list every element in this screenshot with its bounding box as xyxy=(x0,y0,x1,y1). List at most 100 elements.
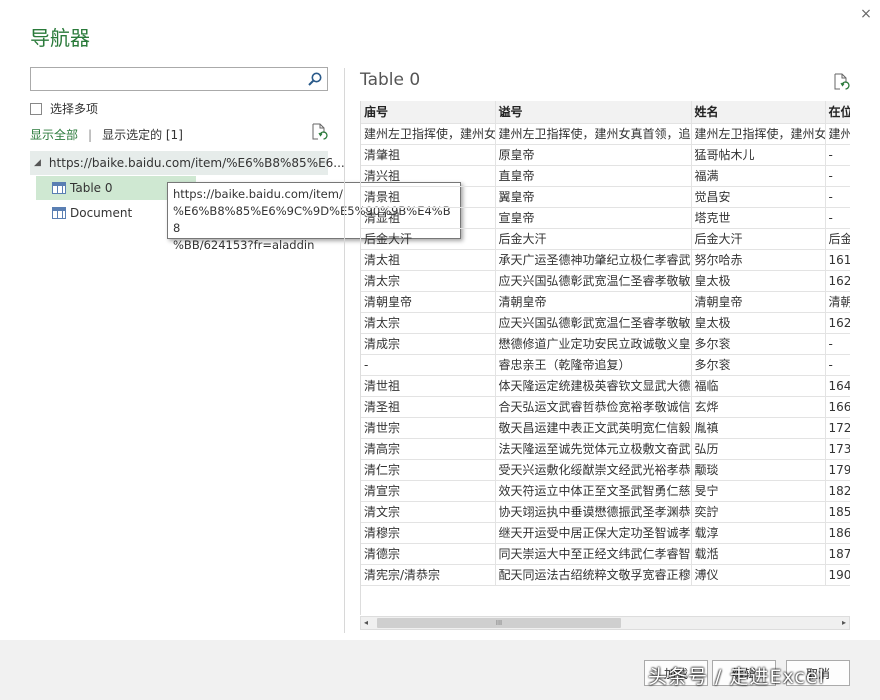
table-cell[interactable]: 玄烨 xyxy=(691,396,826,418)
table-cell[interactable]: 法天隆运至诚先觉体元立极敷文奋武 xyxy=(495,438,692,460)
select-multiple-checkbox[interactable] xyxy=(30,102,42,115)
close-icon[interactable]: × xyxy=(856,4,876,24)
table-cell[interactable]: 皇太极 xyxy=(691,270,826,292)
table-cell[interactable]: 建州左卫指挥使，建州女 xyxy=(361,123,496,145)
table-cell[interactable]: - xyxy=(825,354,850,376)
column-header[interactable]: 姓名 xyxy=(691,101,826,124)
table-cell[interactable]: 后金 xyxy=(825,228,850,250)
table-cell[interactable]: 清文宗 xyxy=(361,501,496,523)
show-all-link[interactable]: 显示全部 xyxy=(30,126,78,143)
table-cell[interactable]: 配天同运法古绍统粹文敬孚宽睿正穆 xyxy=(495,564,692,586)
column-header[interactable]: 在位 xyxy=(825,101,850,124)
refresh-icon[interactable] xyxy=(310,123,328,141)
table-cell[interactable]: - xyxy=(825,165,850,187)
horizontal-scrollbar[interactable]: ◂ III ▸ xyxy=(360,616,850,630)
table-cell[interactable]: 后金大汗 xyxy=(691,228,826,250)
table-cell[interactable]: 效天符运立中体正至文圣武智勇仁慈 xyxy=(495,480,692,502)
table-cell[interactable]: 清朝皇帝 xyxy=(495,291,692,313)
table-cell[interactable]: 清朝皇帝 xyxy=(361,291,496,313)
table-cell[interactable]: 清朝 xyxy=(825,291,850,313)
table-cell[interactable]: 1644 xyxy=(825,375,850,397)
table-cell[interactable]: 1850 xyxy=(825,501,850,523)
table-cell[interactable]: 清太祖 xyxy=(361,249,496,271)
collapse-triangle-icon[interactable]: ◢ xyxy=(34,158,41,168)
table-cell[interactable]: 皇太极 xyxy=(691,312,826,334)
table-cell[interactable]: 清世宗 xyxy=(361,417,496,439)
table-cell[interactable]: - xyxy=(825,207,850,229)
table-cell[interactable]: 建州左卫指挥使，建州女真首领，追 xyxy=(495,123,692,145)
column-header[interactable]: 庙号 xyxy=(361,101,496,124)
table-cell[interactable]: 努尔哈赤 xyxy=(691,249,826,271)
table-cell[interactable]: 清圣祖 xyxy=(361,396,496,418)
table-cell[interactable]: 原皇帝 xyxy=(495,144,692,166)
table-cell[interactable]: 清太宗 xyxy=(361,312,496,334)
scrollbar-thumb[interactable]: III xyxy=(377,618,621,628)
table-cell[interactable]: 同天崇运大中至正经文纬武仁孝睿智 xyxy=(495,543,692,565)
table-cell[interactable]: 清宪宗/清恭宗 xyxy=(361,564,496,586)
table-cell[interactable]: 直皇帝 xyxy=(495,165,692,187)
table-cell[interactable]: 颙琰 xyxy=(691,459,826,481)
table-cell[interactable]: 应天兴国弘德彰武宽温仁圣睿孝敬敏 xyxy=(495,270,692,292)
preview-grid[interactable]: 庙号 谥号 姓名 在位 建州左卫指挥使，建州女建州左卫指挥使，建州女真首领，追建… xyxy=(360,101,850,615)
search-input[interactable] xyxy=(31,68,301,90)
table-cell[interactable]: 1736 xyxy=(825,438,850,460)
table-cell[interactable]: 多尔衮 xyxy=(691,333,826,355)
search-field[interactable] xyxy=(30,67,328,91)
table-cell[interactable]: 1661 xyxy=(825,396,850,418)
scroll-right-arrow-icon[interactable]: ▸ xyxy=(842,617,846,629)
table-cell[interactable]: 1796 xyxy=(825,459,850,481)
table-cell[interactable]: 清德宗 xyxy=(361,543,496,565)
search-icon[interactable] xyxy=(307,71,323,87)
tree-item-document[interactable]: Document xyxy=(36,201,132,225)
table-cell[interactable]: 1861 xyxy=(825,522,850,544)
table-cell[interactable]: 1616 xyxy=(825,249,850,271)
table-cell[interactable]: 后金大汗 xyxy=(495,228,692,250)
table-cell[interactable]: 受天兴运敷化绥猷崇文经武光裕孝恭 xyxy=(495,459,692,481)
table-cell[interactable]: 弘历 xyxy=(691,438,826,460)
table-cell[interactable]: 1626 xyxy=(825,270,850,292)
column-header[interactable]: 谥号 xyxy=(495,101,692,124)
table-cell[interactable]: - xyxy=(825,144,850,166)
table-cell[interactable]: 福满 xyxy=(691,165,826,187)
table-cell[interactable]: 继天开运受中居正保大定功圣智诚孝 xyxy=(495,522,692,544)
table-cell[interactable]: 承天广运圣德神功肇纪立极仁孝睿武 xyxy=(495,249,692,271)
table-cell[interactable]: 清肇祖 xyxy=(361,144,496,166)
table-cell[interactable]: 载湉 xyxy=(691,543,826,565)
table-cell[interactable]: - xyxy=(825,186,850,208)
table-cell[interactable]: 旻宁 xyxy=(691,480,826,502)
table-cell[interactable]: 后金大汗 xyxy=(361,228,496,250)
table-cell[interactable]: 建州左卫指挥使，建州女 xyxy=(691,123,826,145)
table-cell[interactable]: 清朝皇帝 xyxy=(691,291,826,313)
table-cell[interactable]: 1626 xyxy=(825,312,850,334)
table-cell[interactable]: 1909 xyxy=(825,564,850,586)
table-cell[interactable]: 溥仪 xyxy=(691,564,826,586)
table-cell[interactable]: 胤禛 xyxy=(691,417,826,439)
table-cell[interactable]: 奕詝 xyxy=(691,501,826,523)
table-cell[interactable]: 塔克世 xyxy=(691,207,826,229)
scroll-left-arrow-icon[interactable]: ◂ xyxy=(364,617,368,629)
table-cell[interactable]: 1820 xyxy=(825,480,850,502)
table-cell[interactable]: 清景祖 xyxy=(361,186,496,208)
table-cell[interactable]: 清世祖 xyxy=(361,375,496,397)
table-cell[interactable]: 合天弘运文武睿哲恭俭宽裕孝敬诚信 xyxy=(495,396,692,418)
table-cell[interactable]: 清高宗 xyxy=(361,438,496,460)
table-cell[interactable]: 宣皇帝 xyxy=(495,207,692,229)
table-cell[interactable]: - xyxy=(361,354,496,376)
table-cell[interactable]: 觉昌安 xyxy=(691,186,826,208)
table-cell[interactable]: 清太宗 xyxy=(361,270,496,292)
table-cell[interactable]: 清宣宗 xyxy=(361,480,496,502)
select-multiple[interactable]: 选择多项 xyxy=(30,100,98,117)
table-cell[interactable]: 1875 xyxy=(825,543,850,565)
tree-root-node[interactable]: ◢ https://baike.baidu.com/item/%E6%B8%85… xyxy=(30,151,345,175)
table-cell[interactable]: 应天兴国弘德彰武宽温仁圣睿孝敬敏 xyxy=(495,312,692,334)
table-cell[interactable]: 翼皇帝 xyxy=(495,186,692,208)
table-cell[interactable]: 建州左 xyxy=(825,123,850,145)
table-cell[interactable]: 清兴祖 xyxy=(361,165,496,187)
show-selected-link[interactable]: 显示选定的 [1] xyxy=(102,126,183,143)
refresh-preview-icon[interactable] xyxy=(832,73,850,91)
table-cell[interactable]: 多尔衮 xyxy=(691,354,826,376)
table-cell[interactable]: 清仁宗 xyxy=(361,459,496,481)
table-cell[interactable]: 福临 xyxy=(691,375,826,397)
table-cell[interactable]: 懋德修道广业定功安民立政诚敬义皇 xyxy=(495,333,692,355)
table-cell[interactable]: 敬天昌运建中表正文武英明宽仁信毅 xyxy=(495,417,692,439)
